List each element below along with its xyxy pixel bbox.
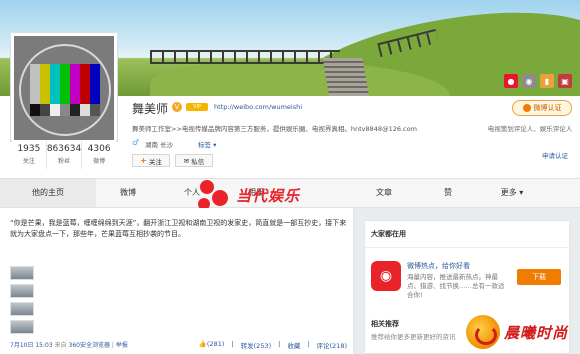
repost-button[interactable]: 转发(253) — [241, 340, 271, 350]
verify-description: 电视策划评论人、娱乐评论人 — [487, 125, 573, 133]
feed: “你是芒果，我是蓝莓，缠缠绵绵到天涯”，翻开浙江卫视和湖南卫视的发家史，简直就是… — [0, 208, 354, 354]
vip-badge[interactable]: VIP — [186, 103, 208, 111]
post-time[interactable]: 7月10日 15:03 — [10, 342, 53, 349]
tab-home[interactable]: 他的主页 — [0, 179, 96, 207]
comment-button[interactable]: 评论(218) — [317, 340, 347, 350]
stat-following[interactable]: 1935 关注 — [12, 141, 47, 169]
tab-more[interactable]: 更多 ▾ — [480, 179, 544, 207]
profile-description: 舞美师工作室>>电视传媒品牌内容第三方服务，提供娱乐圈、电视界真相。hntv88… — [132, 125, 417, 133]
avatar-image — [14, 36, 114, 140]
app-description: 海量内容，推送最新热点。神最点、猎游、找节换……总有一款适合你! — [407, 273, 505, 299]
post-images[interactable] — [10, 266, 34, 336]
favorite-button[interactable]: 收藏 — [287, 340, 300, 350]
weibo-verify-button[interactable]: 微博认证 — [512, 100, 572, 116]
following-count: 1935 — [17, 144, 41, 154]
corner-logo: 晨曦时尚 — [466, 312, 578, 352]
follow-label: 关注 — [148, 157, 162, 166]
post-thumbnail[interactable] — [10, 302, 34, 316]
tab-weibo[interactable]: 微博 — [96, 179, 160, 207]
sidebar-title: 大家都在用 — [365, 221, 569, 248]
related-title: 相关推荐 — [371, 320, 399, 328]
following-label: 关注 — [22, 158, 35, 165]
tab-personal[interactable]: 个人 — [160, 179, 224, 207]
profile-location: 湖南 长沙 — [145, 141, 174, 149]
verify-label: 微博认证 — [533, 104, 562, 112]
post-thumbnail[interactable] — [10, 266, 34, 280]
stat-weibo[interactable]: 4306 微博 — [82, 141, 116, 169]
tab-album[interactable]: 相册 — [224, 179, 288, 207]
tab-hidden[interactable] — [288, 179, 352, 207]
post-actions: 👍(281) | 转发(253) | 收藏 | 评论(218) — [198, 340, 347, 350]
follow-button[interactable]: + 关注 — [132, 154, 170, 167]
cover-stairs — [322, 58, 370, 96]
tags-dropdown[interactable]: 标签 ▾ — [198, 139, 216, 149]
verified-v-icon: V — [172, 102, 182, 112]
weibo-icon[interactable]: ● — [504, 74, 518, 88]
download-button[interactable]: 下载 — [517, 269, 561, 285]
post-text: “你是芒果，我是蓝莓，缠缠绵绵到天涯”，翻开浙江卫视和湖南卫视的发家史，简直就是… — [10, 219, 347, 238]
male-icon: ♂ — [132, 138, 140, 147]
cover-icon-row: ● ◉ ▮ ▣ — [504, 74, 572, 88]
post-source-prefix: 来自 — [54, 342, 67, 349]
report-link[interactable]: 举报 — [116, 342, 128, 349]
post-thumbnail[interactable] — [10, 284, 34, 298]
photo-icon[interactable]: ▣ — [558, 74, 572, 88]
weibo-label: 微博 — [93, 158, 106, 165]
related-description: 推荐给你更多更新更好的资讯 — [371, 333, 456, 341]
profile-url[interactable]: http://weibo.com/wumeishi — [214, 103, 302, 111]
tab-likes[interactable]: 赞 — [416, 179, 480, 207]
profile-stats: 1935 关注 863634 粉丝 4306 微博 — [12, 141, 116, 169]
profile-name[interactable]: 舞美师 — [132, 100, 168, 117]
message-button[interactable]: ✉ 私信 — [175, 154, 213, 167]
fans-count: 863634 — [46, 144, 82, 154]
plus-icon: + — [140, 156, 147, 165]
weibo-app-icon[interactable]: ◉ — [371, 261, 401, 291]
fans-label: 粉丝 — [58, 158, 71, 165]
corner-logo-icon — [466, 315, 500, 349]
weibo-count: 4306 — [87, 144, 111, 154]
post-source[interactable]: 360安全浏览器 — [69, 342, 110, 349]
message-label: 私信 — [191, 157, 205, 166]
cover-fence — [150, 50, 340, 64]
apply-verify-link[interactable]: 申请认证 — [542, 150, 568, 160]
post-thumbnail[interactable] — [10, 320, 34, 334]
stat-fans[interactable]: 863634 粉丝 — [46, 141, 83, 169]
chat-icon[interactable]: ◉ — [522, 74, 536, 88]
like-button[interactable]: 👍(281) — [199, 340, 225, 350]
corner-logo-text: 晨曦时尚 — [504, 323, 569, 342]
avatar[interactable] — [10, 32, 118, 142]
mic-icon[interactable]: ▮ — [540, 74, 554, 88]
profile-nav: 他的主页 微博 个人 相册 文章 赞 更多 ▾ — [0, 178, 580, 208]
mail-icon: ✉ — [183, 156, 190, 165]
tab-articles[interactable]: 文章 — [352, 179, 416, 207]
verify-icon — [522, 104, 531, 112]
app-title[interactable]: 微博热点，给你好看 — [407, 261, 470, 271]
